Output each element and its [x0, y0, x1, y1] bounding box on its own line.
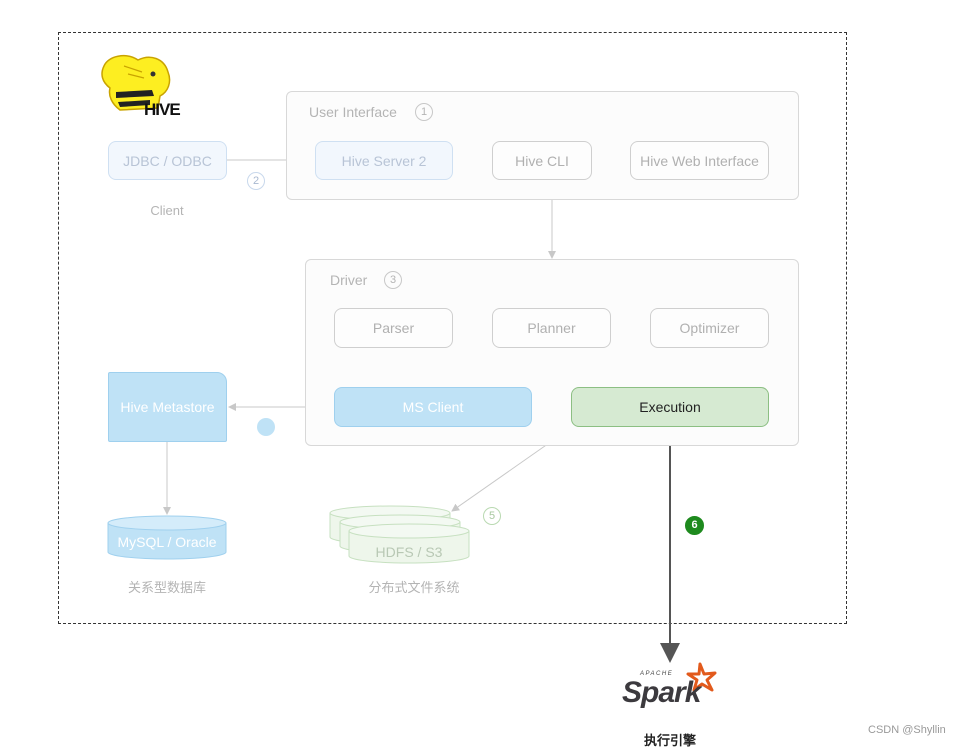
rdbms-caption: 关系型数据库: [127, 580, 206, 595]
hive-web-interface-box: Hive Web Interface: [630, 141, 769, 180]
jdbc-odbc-box: JDBC / ODBC: [108, 141, 227, 180]
csdn-watermark: CSDN @Shyllin: [868, 724, 946, 736]
hive-server-2-box: Hive Server 2: [315, 141, 453, 180]
optimizer-box: Optimizer: [650, 308, 769, 348]
client-caption: Client: [150, 203, 184, 218]
hive-metastore-box: Hive Metastore: [108, 372, 227, 442]
spark-name-text: Spark: [622, 676, 701, 709]
spark-caption: 执行引擎: [643, 733, 696, 748]
mysql-oracle-label: MySQL / Oracle: [117, 534, 217, 550]
step-6-badge: 6: [685, 516, 704, 535]
step-4-badge: [257, 418, 275, 436]
driver-title: Driver: [330, 272, 368, 288]
user-interface-title: User Interface: [309, 104, 397, 120]
step-5-badge: 5: [483, 507, 501, 525]
step-3-badge: 3: [384, 271, 402, 289]
parser-box: Parser: [334, 308, 453, 348]
hive-cli-box: Hive CLI: [492, 141, 592, 180]
execution-box: Execution: [571, 387, 769, 427]
step-2-badge: 2: [247, 172, 265, 190]
planner-box: Planner: [492, 308, 611, 348]
step-1-badge: 1: [415, 103, 433, 121]
hive-logo: HIVE: [98, 52, 182, 124]
hdfs-s3-label: HDFS / S3: [375, 544, 443, 560]
hdfs-caption: 分布式文件系统: [368, 580, 460, 595]
spark-logo: APACHE Spark: [620, 662, 720, 712]
hive-logo-text: HIVE: [144, 100, 181, 119]
ms-client-box: MS Client: [334, 387, 532, 427]
